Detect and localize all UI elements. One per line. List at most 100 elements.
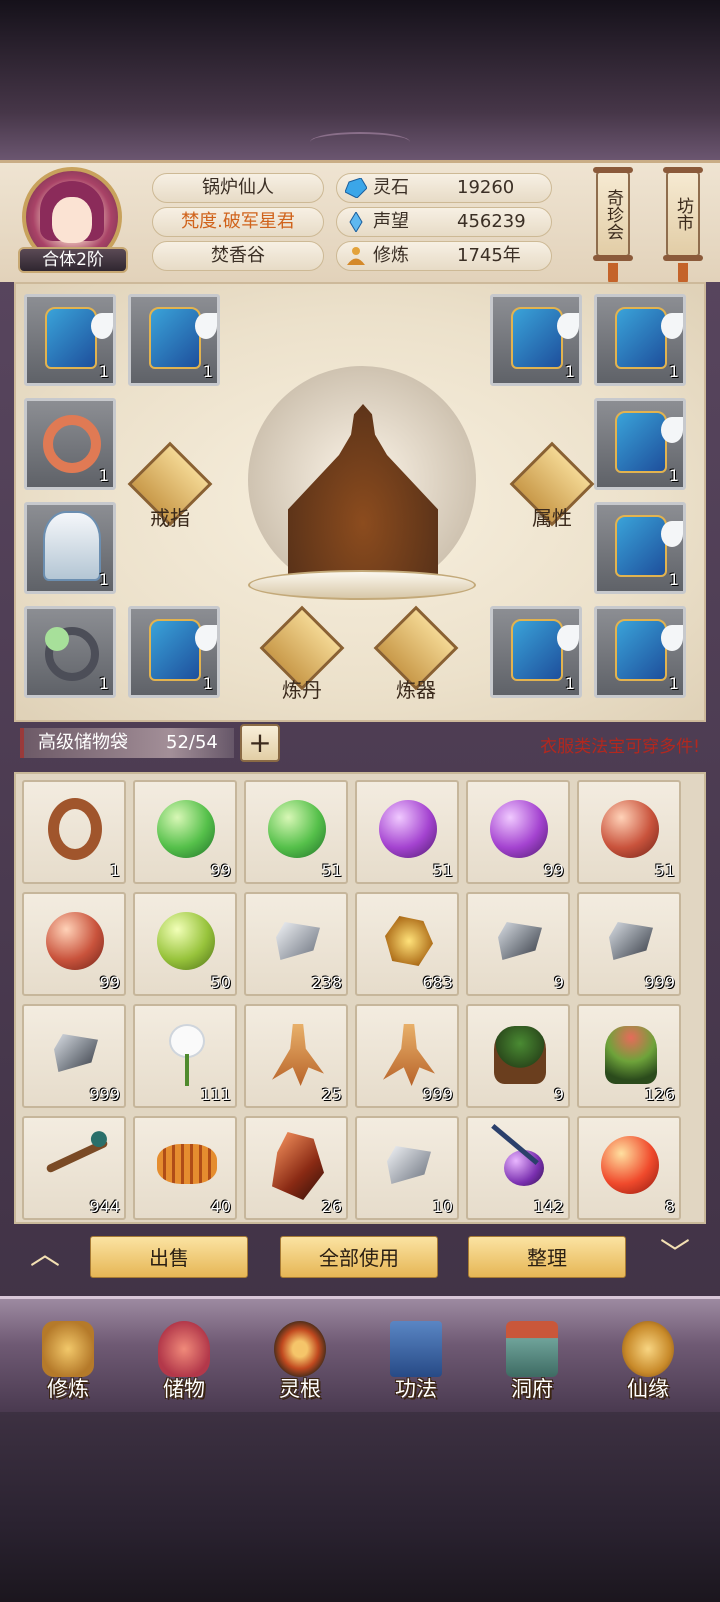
item-count: 1 xyxy=(98,466,109,485)
inventory-cell[interactable]: 238 xyxy=(244,892,348,996)
item-count: 999 xyxy=(422,1085,453,1104)
ginseng-icon xyxy=(383,1024,435,1086)
equip-slot-left-3[interactable]: 1 xyxy=(24,398,116,490)
inventory-cell[interactable]: 999 xyxy=(355,1004,459,1108)
expand-bag-button[interactable]: + xyxy=(240,724,280,762)
item-count: 26 xyxy=(321,1197,342,1216)
cultivation-resource: 修炼 1745年 xyxy=(336,241,552,271)
equip-slot-left-5[interactable]: 1 xyxy=(24,606,116,698)
attributes-button-label[interactable]: 属性 xyxy=(512,502,592,531)
equip-notice: 衣服类法宝可穿多件! xyxy=(540,737,700,757)
inventory-cell[interactable]: 9 xyxy=(466,1004,570,1108)
treasure-pavilion-button[interactable]: 奇珍会 xyxy=(593,167,633,261)
white-flower-icon xyxy=(163,1026,211,1086)
equip-slot-right-4[interactable]: 1 xyxy=(594,502,686,594)
player-header: 合体2阶 锅炉仙人 梵度.破军星君 焚香谷 灵石 19260 声望 456239… xyxy=(0,160,720,285)
item-count: 1 xyxy=(564,362,575,381)
equip-slot-right-3[interactable]: 1 xyxy=(594,398,686,490)
equip-slot-right-2[interactable]: 1 xyxy=(594,294,686,386)
top-ornament xyxy=(310,132,410,152)
equipment-panel: 1 1 1 1 1 1 1 1 1 1 1 1 戒指 属性 炼丹 炼器 xyxy=(14,282,706,722)
inventory-cell[interactable]: 1 xyxy=(22,780,126,884)
inventory-cell[interactable]: 26 xyxy=(244,1116,348,1220)
silver-ore-icon xyxy=(387,1146,431,1184)
inventory-cell[interactable]: 9 xyxy=(466,892,570,996)
inventory-cell[interactable]: 99 xyxy=(133,780,237,884)
nav-cave[interactable]: 洞府 xyxy=(484,1317,580,1413)
armor-icon xyxy=(615,515,683,577)
character-pedestal xyxy=(248,570,476,600)
armor-icon xyxy=(615,411,683,473)
dark-ore-icon xyxy=(498,922,542,960)
nav-technique[interactable]: 功法 xyxy=(368,1317,464,1413)
reputation-value: 456239 xyxy=(457,211,526,232)
nav-label: 功法 xyxy=(395,1377,437,1401)
item-count: 10 xyxy=(432,1197,453,1216)
armor-icon xyxy=(615,619,683,681)
red-orb-icon xyxy=(46,912,104,970)
ring-button-label[interactable]: 戒指 xyxy=(130,502,210,531)
inventory-cell[interactable]: 51 xyxy=(577,780,681,884)
reputation-resource: 声望 456239 xyxy=(336,207,552,237)
item-count: 51 xyxy=(432,861,453,880)
cultivation-icon xyxy=(347,247,365,265)
item-count: 1 xyxy=(668,674,679,693)
item-count: 1 xyxy=(202,362,213,381)
nav-cultivation[interactable]: 修炼 xyxy=(20,1317,116,1413)
equip-slot-left-1[interactable]: 1 xyxy=(24,294,116,386)
item-count: 1 xyxy=(98,674,109,693)
nav-label: 修炼 xyxy=(47,1377,89,1401)
inventory-cell[interactable]: 51 xyxy=(355,780,459,884)
red-orb-icon xyxy=(601,800,659,858)
armor-icon xyxy=(45,307,113,369)
item-count: 1 xyxy=(564,674,575,693)
scroll-down-icon[interactable]: ﹀ xyxy=(648,1240,702,1270)
inventory-cell[interactable]: 126 xyxy=(577,1004,681,1108)
inventory-cell[interactable]: 999 xyxy=(22,1004,126,1108)
item-count: 51 xyxy=(321,861,342,880)
inventory-cell[interactable]: 8 xyxy=(577,1116,681,1220)
inventory-cell[interactable]: 944 xyxy=(22,1116,126,1220)
forging-button-label[interactable]: 炼器 xyxy=(376,674,456,703)
inventory-cell[interactable]: 142 xyxy=(466,1116,570,1220)
inventory-cell[interactable]: 50 xyxy=(133,892,237,996)
inventory-cell[interactable]: 111 xyxy=(133,1004,237,1108)
player-name: 锅炉仙人 xyxy=(152,173,324,203)
inventory-cell[interactable]: 999 xyxy=(577,892,681,996)
sort-button[interactable]: 整理 xyxy=(468,1236,626,1278)
equip-slot-right-1[interactable]: 1 xyxy=(490,294,582,386)
equip-slot-left-2[interactable]: 1 xyxy=(128,294,220,386)
cultivation-label: 修炼 xyxy=(373,245,409,266)
equip-slot-right-5[interactable]: 1 xyxy=(490,606,582,698)
herb-root-icon xyxy=(494,1026,546,1084)
inventory-cell[interactable]: 99 xyxy=(466,780,570,884)
nav-storage[interactable]: 储物 xyxy=(136,1317,232,1413)
reputation-icon xyxy=(349,212,363,232)
equip-slot-left-6[interactable]: 1 xyxy=(128,606,220,698)
nav-fortune[interactable]: 仙缘 xyxy=(600,1317,696,1413)
item-count: 1 xyxy=(98,570,109,589)
lime-orb-icon xyxy=(157,912,215,970)
item-count: 99 xyxy=(99,973,120,992)
inventory-cell[interactable]: 683 xyxy=(355,892,459,996)
nav-spirit-root[interactable]: 灵根 xyxy=(252,1317,348,1413)
scroll-up-icon[interactable]: ︿ xyxy=(18,1240,72,1270)
inventory-cell[interactable]: 25 xyxy=(244,1004,348,1108)
equip-slot-left-4[interactable]: 1 xyxy=(24,502,116,594)
silver-ore-icon xyxy=(276,922,320,960)
item-count: 683 xyxy=(422,973,453,992)
item-count: 1 xyxy=(668,362,679,381)
cave-dwelling-icon xyxy=(506,1321,558,1377)
inventory-cell[interactable]: 51 xyxy=(244,780,348,884)
red-ring-icon xyxy=(43,415,101,473)
inventory-cell[interactable]: 10 xyxy=(355,1116,459,1220)
market-button[interactable]: 坊市 xyxy=(663,167,703,261)
inventory-cell[interactable]: 40 xyxy=(133,1116,237,1220)
equip-slot-right-6[interactable]: 1 xyxy=(594,606,686,698)
alchemy-button-label[interactable]: 炼丹 xyxy=(262,674,342,703)
use-all-button[interactable]: 全部使用 xyxy=(280,1236,438,1278)
item-count: 51 xyxy=(654,861,675,880)
bag-bar: 高级储物袋 52/54 + 衣服类法宝可穿多件! xyxy=(20,724,700,764)
inventory-cell[interactable]: 99 xyxy=(22,892,126,996)
sell-button[interactable]: 出售 xyxy=(90,1236,248,1278)
